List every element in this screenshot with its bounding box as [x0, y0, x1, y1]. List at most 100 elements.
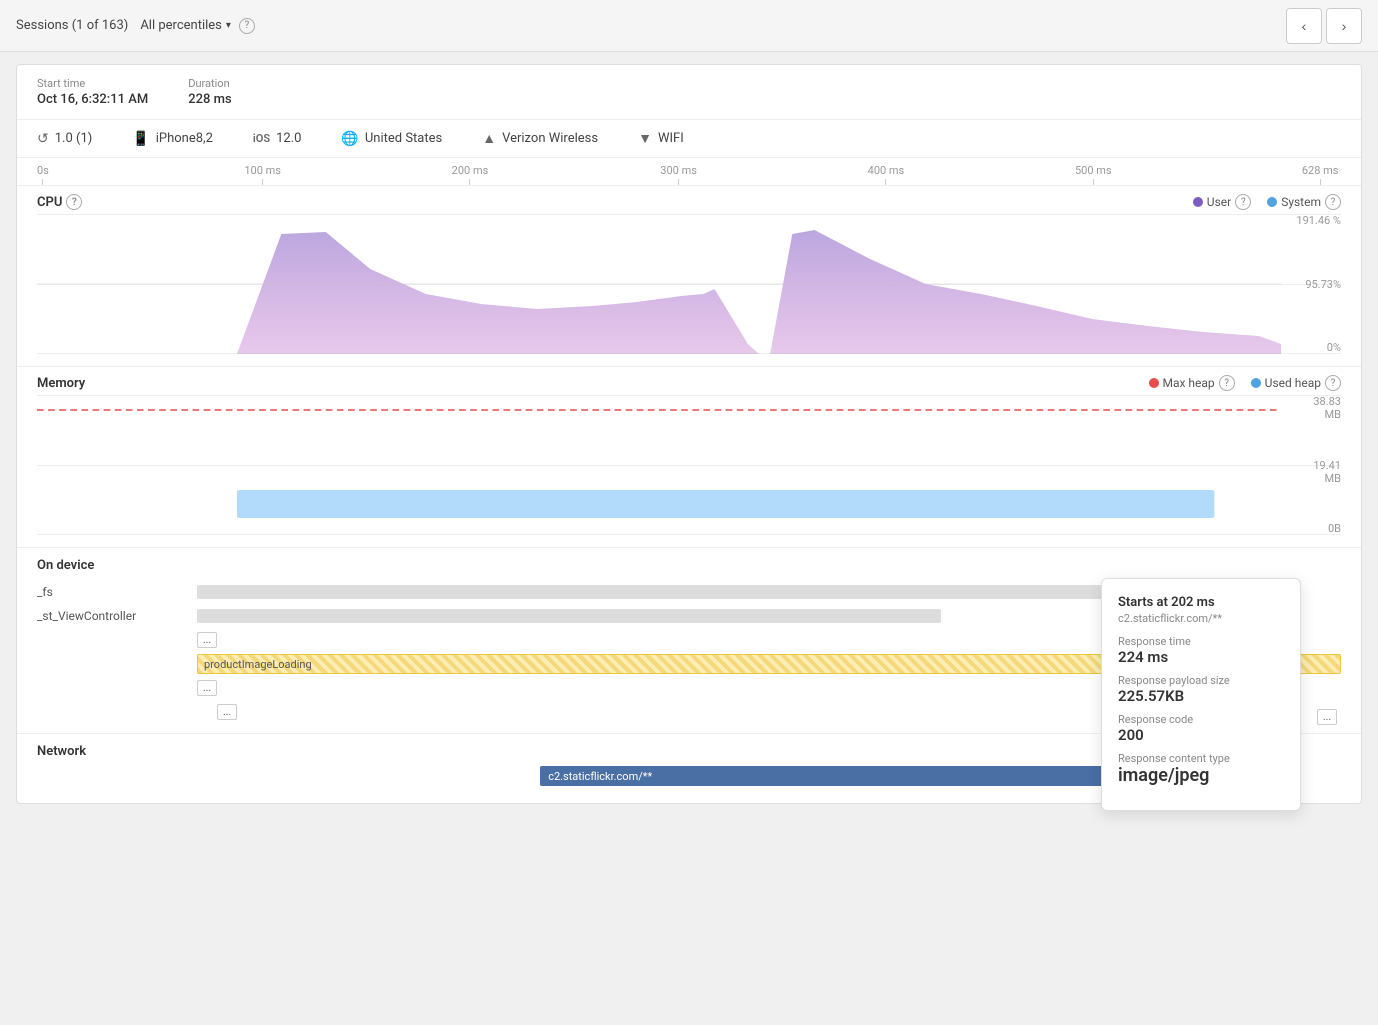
ruler-mark-0: 0s — [37, 164, 49, 185]
content-type-value: image/jpeg — [1118, 765, 1209, 786]
mem-y-mid: 19.41MB — [1313, 459, 1341, 485]
trailing-expand: ... — [1317, 709, 1341, 725]
memory-svg — [37, 395, 1281, 535]
memory-header: Memory Max heap ? Used heap ? — [37, 367, 1341, 395]
system-label: System — [1281, 195, 1321, 209]
network-value: WIFI — [658, 131, 684, 146]
tooltip-popup: Starts at 202 ms c2.staticflickr.com/** … — [1101, 578, 1301, 811]
cpu-title: CPU ? — [37, 194, 82, 210]
version-icon: ↺ — [37, 131, 49, 147]
tooltip-subtitle: c2.staticflickr.com/** — [1118, 612, 1284, 625]
network-bar-text: c2.staticflickr.com/** — [548, 770, 652, 783]
ruler-mark-100: 100 ms — [244, 164, 281, 185]
start-time-label: Start time — [37, 77, 148, 90]
memory-section: Memory Max heap ? Used heap ? — [17, 367, 1361, 548]
percentile-selector[interactable]: All percentiles ▾ — [140, 18, 231, 33]
memory-title-text: Memory — [37, 376, 85, 391]
carrier-value: Verizon Wireless — [502, 131, 598, 146]
cpu-help-icon[interactable]: ? — [66, 194, 82, 210]
top-bar: Sessions (1 of 163) All percentiles ▾ ? … — [0, 0, 1378, 52]
memory-legend: Max heap ? Used heap ? — [1149, 375, 1342, 391]
version-value: 1.0 (1) — [55, 131, 93, 146]
response-time-value: 224 ms — [1118, 648, 1168, 666]
wifi-icon: ▼ — [638, 130, 652, 147]
country-info: 🌐 United States — [341, 131, 442, 147]
country-value: United States — [365, 131, 442, 146]
response-time-label: Response time — [1118, 635, 1284, 648]
payload-label: Response payload size — [1118, 674, 1284, 687]
ruler-mark-628: 628 ms — [1302, 164, 1339, 185]
trace-bar-st — [197, 609, 941, 623]
phone-icon: 📱 — [132, 131, 149, 147]
max-heap-dot — [1149, 378, 1159, 388]
help-icon[interactable]: ? — [239, 18, 255, 34]
content-type-row: Response content type image/jpeg — [1118, 752, 1284, 786]
chevron-down-icon: ▾ — [226, 20, 231, 31]
code-label: Response code — [1118, 713, 1284, 726]
start-time-value: Oct 16, 6:32:11 AM — [37, 92, 148, 107]
sessions-label: Sessions (1 of 163) — [16, 18, 128, 33]
model-info: 📱 iPhone8,2 — [132, 131, 213, 147]
prev-button[interactable]: ‹ — [1286, 8, 1322, 44]
system-dot — [1267, 197, 1277, 207]
user-legend: User ? — [1193, 194, 1251, 210]
used-heap-dot — [1251, 378, 1261, 388]
cpu-chart: 191.46 % 95.73% 0% — [37, 214, 1341, 354]
expand-button-3[interactable]: ... — [217, 704, 237, 720]
ruler-mark-500: 500 ms — [1075, 164, 1112, 185]
code-value: 200 — [1118, 726, 1144, 744]
os-info: iOS 12.0 — [253, 131, 302, 146]
cpu-svg — [37, 214, 1281, 354]
session-header: Start time Oct 16, 6:32:11 AM Duration 2… — [17, 65, 1361, 120]
ruler-mark-200: 200 ms — [452, 164, 489, 185]
content-type-label: Response content type — [1118, 752, 1284, 765]
nav-buttons: ‹ › — [1286, 8, 1362, 44]
max-heap-help-icon[interactable]: ? — [1219, 375, 1235, 391]
ruler-marks: 0s 100 ms 200 ms 300 ms 400 ms 500 ms 62… — [37, 158, 1341, 185]
system-legend: System ? — [1267, 194, 1341, 210]
used-heap-label: Used heap — [1265, 376, 1321, 390]
timeline-ruler: 0s 100 ms 200 ms 300 ms 400 ms 500 ms 62… — [17, 158, 1361, 186]
system-help-icon[interactable]: ? — [1325, 194, 1341, 210]
trace-label-fs: _fs — [37, 585, 197, 599]
max-heap-legend: Max heap ? — [1149, 375, 1235, 391]
used-heap-legend: Used heap ? — [1251, 375, 1341, 391]
main-card: Start time Oct 16, 6:32:11 AM Duration 2… — [16, 64, 1362, 804]
expand-button-2[interactable]: ... — [197, 680, 217, 696]
product-image-label: productImageLoading — [204, 658, 312, 671]
cpu-legend: User ? System ? — [1193, 194, 1341, 210]
signal-icon: ▲ — [482, 130, 496, 147]
cpu-y-top: 191.46 % — [1296, 214, 1341, 227]
cpu-section: CPU ? User ? System ? — [17, 186, 1361, 367]
ruler-mark-400: 400 ms — [868, 164, 905, 185]
memory-title: Memory — [37, 376, 85, 391]
cpu-header: CPU ? User ? System ? — [37, 186, 1341, 214]
network-info: ▼ WIFI — [638, 130, 684, 147]
mem-y-top: 38.83MB — [1313, 395, 1341, 421]
globe-icon: 🌐 — [341, 131, 358, 147]
cpu-title-text: CPU — [37, 195, 62, 210]
used-heap-help-icon[interactable]: ? — [1325, 375, 1341, 391]
version-info: ↺ 1.0 (1) — [37, 131, 92, 147]
duration-meta: Duration 228 ms — [188, 77, 231, 107]
trailing-expand-button[interactable]: ... — [1317, 709, 1337, 725]
on-device-section: On device _fs _st_ViewController ... pro… — [17, 548, 1361, 734]
network-bar: c2.staticflickr.com/** — [540, 766, 1112, 786]
user-label: User — [1207, 195, 1231, 209]
code-row: Response code 200 — [1118, 713, 1284, 744]
response-time-row: Response time 224 ms — [1118, 635, 1284, 666]
user-help-icon[interactable]: ? — [1235, 194, 1251, 210]
model-value: iPhone8,2 — [156, 131, 213, 146]
ruler-mark-300: 300 ms — [660, 164, 697, 185]
device-info-row: ↺ 1.0 (1) 📱 iPhone8,2 iOS 12.0 🌐 United … — [17, 120, 1361, 158]
payload-row: Response payload size 225.57KB — [1118, 674, 1284, 705]
percentile-label: All percentiles — [140, 18, 222, 33]
os-value: 12.0 — [276, 131, 301, 146]
start-time-meta: Start time Oct 16, 6:32:11 AM — [37, 77, 148, 107]
expand-button-1[interactable]: ... — [197, 632, 217, 648]
next-button[interactable]: › — [1326, 8, 1362, 44]
memory-chart: 38.83MB 19.41MB 0B — [37, 395, 1341, 535]
max-heap-label: Max heap — [1163, 376, 1215, 390]
payload-value: 225.57KB — [1118, 687, 1184, 705]
on-device-title: On device — [37, 548, 1341, 581]
